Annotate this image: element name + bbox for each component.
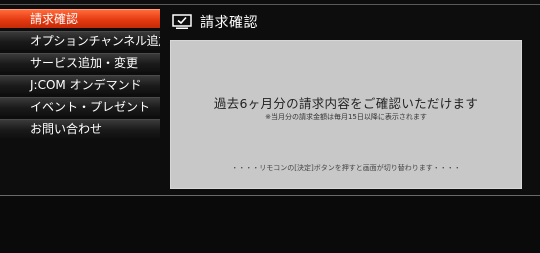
menu-item-contact[interactable]: お問い合わせ — [0, 119, 160, 138]
menu-item-billing[interactable]: 請求確認 — [0, 9, 160, 28]
menu-item-on-demand[interactable]: J:COM オンデマンド — [0, 75, 160, 94]
panel-note-text: ※当月分の請求金額は毎月15日以降に表示されます — [265, 113, 427, 121]
info-panel[interactable]: 過去6ヶ月分の請求内容をご確認いただけます ※当月分の請求金額は毎月15日以降に… — [170, 40, 522, 189]
top-divider — [0, 4, 540, 5]
tv-check-icon — [172, 14, 192, 29]
panel-hint-text: ・・・・リモコンの[決定]ボタンを押すと画面が切り替わります・・・・ — [231, 164, 461, 172]
bottom-area — [0, 196, 540, 253]
menu-item-option-channel[interactable]: オプションチャンネル追加 — [0, 31, 160, 50]
menu-item-event-present[interactable]: イベント・プレゼント — [0, 97, 160, 116]
side-menu: 請求確認 オプションチャンネル追加 サービス追加・変更 J:COM オンデマンド… — [0, 9, 164, 141]
page-title: 請求確認 — [200, 15, 258, 31]
content-header: 請求確認 — [172, 12, 258, 32]
menu-item-service-change[interactable]: サービス追加・変更 — [0, 53, 160, 72]
app-screen: 請求確認 オプションチャンネル追加 サービス追加・変更 J:COM オンデマンド… — [0, 0, 540, 253]
panel-main-text: 過去6ヶ月分の請求内容をご確認いただけます — [213, 96, 479, 111]
